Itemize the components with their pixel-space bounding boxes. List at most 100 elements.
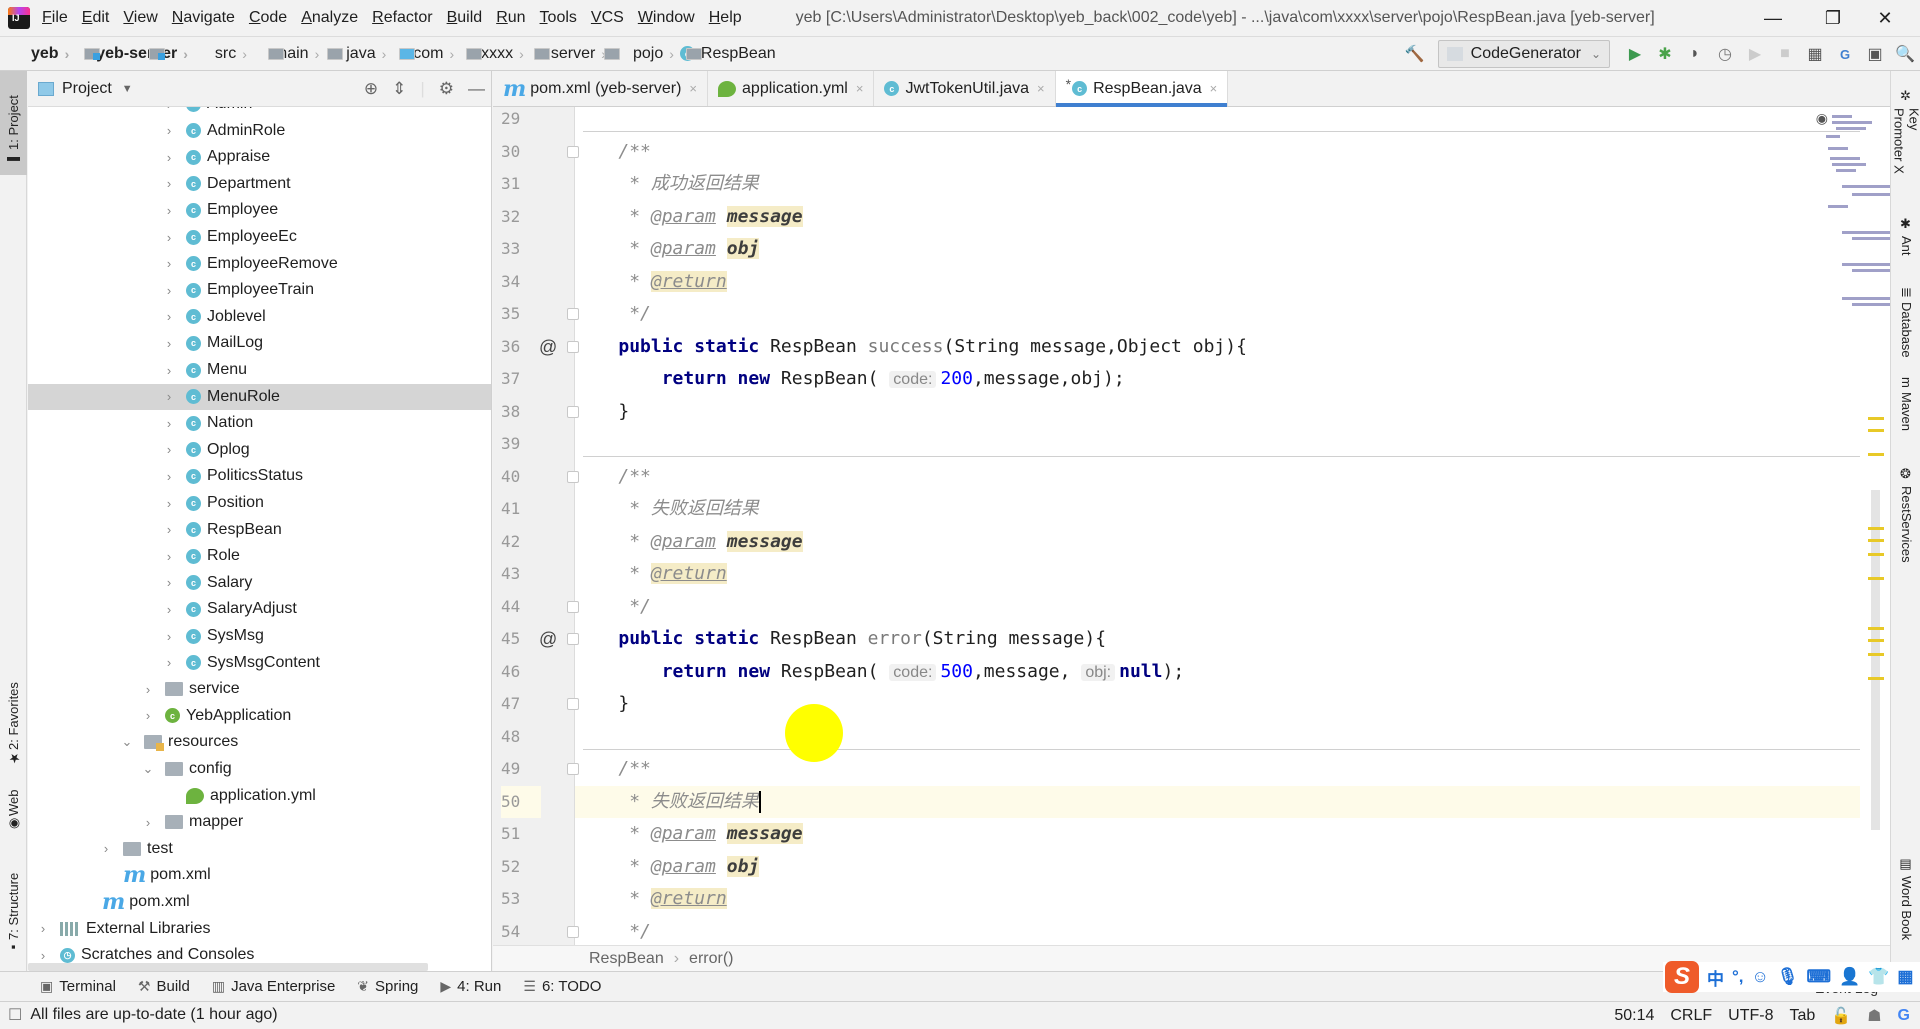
code-line[interactable]: * @param message <box>575 526 1860 558</box>
expand-arrow-icon[interactable]: › <box>162 336 176 351</box>
tool-tab-web[interactable]: ◉ Web <box>0 781 27 837</box>
menu-edit[interactable]: Edit <box>82 9 110 27</box>
code-line[interactable]: } <box>575 396 1860 428</box>
tool-tab-restservices[interactable]: ❂RestServices <box>1893 461 1920 571</box>
tree-item[interactable]: ›cEmployeeTrain <box>28 277 491 303</box>
close-tab-icon[interactable]: × <box>856 81 864 96</box>
tree-item[interactable]: ›cDepartment <box>28 171 491 197</box>
editor-tab[interactable]: cJwtTokenUtil.java× <box>874 71 1055 106</box>
menu-analyze[interactable]: Analyze <box>301 9 358 27</box>
warning-marker[interactable] <box>1868 417 1884 420</box>
expand-arrow-icon[interactable]: › <box>36 948 50 963</box>
warning-marker[interactable] <box>1868 553 1884 556</box>
tool-tab-word-book[interactable]: ▤Word Book <box>1893 851 1920 951</box>
code-line[interactable]: * @return <box>575 558 1860 590</box>
warning-marker[interactable] <box>1868 653 1884 656</box>
crumb-method[interactable]: error() <box>689 950 733 968</box>
ime-punct[interactable]: °, <box>1732 967 1744 987</box>
coverage-icon[interactable]: ◗ <box>1680 39 1710 69</box>
menu-refactor[interactable]: Refactor <box>372 9 432 27</box>
skin-icon[interactable]: 👕 <box>1868 967 1889 987</box>
tree-item[interactable]: ›cMenuRole <box>28 384 491 410</box>
expand-arrow-icon[interactable]: › <box>162 123 176 138</box>
warning-marker[interactable] <box>1868 453 1884 456</box>
tool-window-build[interactable]: ⚒Build <box>138 978 190 995</box>
collapse-all-icon[interactable]: ⇕ <box>392 79 406 99</box>
code-line[interactable]: /** <box>575 461 1860 493</box>
tree-item[interactable]: ›cAppraise <box>28 144 491 170</box>
code-line[interactable]: */ <box>575 591 1860 623</box>
run-icon[interactable]: ▶ <box>1620 39 1650 69</box>
inspector-icon[interactable]: ☗ <box>1867 1006 1881 1026</box>
override-marker-icon[interactable]: @ <box>539 623 557 655</box>
error-stripe[interactable] <box>1860 107 1890 945</box>
breadcrumb-item[interactable]: main› <box>253 45 319 63</box>
locate-icon[interactable]: ⊕ <box>364 79 378 99</box>
tree-item[interactable]: ›cYebApplication <box>28 703 491 729</box>
translate-icon[interactable]: G <box>1830 39 1860 69</box>
expand-arrow-icon[interactable]: › <box>141 682 155 697</box>
tree-item[interactable]: ›cSysMsgContent <box>28 650 491 676</box>
editor-tab[interactable]: application.yml× <box>708 71 874 106</box>
tree-item[interactable]: ›cRespBean <box>28 517 491 543</box>
expand-arrow-icon[interactable]: › <box>162 309 176 324</box>
editor-tab[interactable]: mpom.xml (yeb-server)× <box>493 71 708 106</box>
tree-item[interactable]: ›cAdmin <box>28 107 491 117</box>
expand-arrow-icon[interactable]: › <box>141 815 155 830</box>
maximize-button[interactable]: ❐ <box>1810 0 1856 36</box>
expand-arrow-icon[interactable]: › <box>162 549 176 564</box>
expand-arrow-icon[interactable]: › <box>162 629 176 644</box>
tree-item[interactable]: ›cMenu <box>28 357 491 383</box>
code-line[interactable]: public static RespBean error(String mess… <box>575 623 1860 655</box>
menu-file[interactable]: File <box>42 9 68 27</box>
google-icon[interactable]: G <box>1898 1007 1910 1025</box>
tree-item[interactable]: ›service <box>28 676 491 702</box>
expand-arrow-icon[interactable]: › <box>162 575 176 590</box>
tree-item[interactable]: ›cEmployeeRemove <box>28 251 491 277</box>
warning-marker[interactable] <box>1868 539 1884 542</box>
tree-item[interactable]: ›cPosition <box>28 490 491 516</box>
expand-arrow-icon[interactable]: ⌄ <box>141 761 155 777</box>
warning-marker[interactable] <box>1868 527 1884 530</box>
tree-item[interactable]: ›External Libraries <box>28 916 491 942</box>
tool-tab-maven[interactable]: mMaven <box>1893 371 1920 441</box>
expand-arrow-icon[interactable]: › <box>162 389 176 404</box>
warning-marker[interactable] <box>1868 429 1884 432</box>
tree-item[interactable]: ›cAdminRole <box>28 118 491 144</box>
code-line[interactable]: public static RespBean success(String me… <box>575 331 1860 363</box>
debug-icon[interactable]: ✱ <box>1650 39 1680 69</box>
menu-build[interactable]: Build <box>447 9 483 27</box>
expand-arrow-icon[interactable]: › <box>162 283 176 298</box>
run-config-dropdown[interactable]: CodeGenerator ⌄ <box>1438 40 1610 68</box>
code-line[interactable]: * 失败返回结果 <box>575 493 1860 525</box>
code-line[interactable]: return new RespBean( code:200,message,ob… <box>575 363 1860 395</box>
tool-window-spring[interactable]: ❦Spring <box>357 978 418 995</box>
tool-tab-structure[interactable]: ▪ 7: Structure <box>0 861 27 961</box>
minimize-button[interactable]: — <box>1750 0 1796 36</box>
tree-item[interactable]: ›test <box>28 836 491 862</box>
tree-item[interactable]: ›cSalary <box>28 570 491 596</box>
crumb-class[interactable]: RespBean <box>589 950 664 968</box>
tool-tab-database[interactable]: ≣Database <box>1893 281 1920 366</box>
tree-item[interactable]: ⌄resources <box>28 729 491 755</box>
project-structure-icon[interactable]: ▦ <box>1800 39 1830 69</box>
dropdown-arrow-icon[interactable]: ▼ <box>122 83 133 95</box>
tree-item[interactable]: ›cRole <box>28 543 491 569</box>
expand-arrow-icon[interactable]: › <box>162 469 176 484</box>
expand-arrow-icon[interactable]: › <box>162 230 176 245</box>
warning-marker[interactable] <box>1868 627 1884 630</box>
code-line[interactable]: */ <box>575 916 1860 948</box>
tool-window-terminal[interactable]: ▣Terminal <box>40 978 116 995</box>
code-line[interactable]: * @param message <box>575 818 1860 850</box>
menu-view[interactable]: View <box>123 9 157 27</box>
menu-help[interactable]: Help <box>709 9 742 27</box>
lock-icon[interactable]: 🔓 <box>1831 1006 1851 1026</box>
hammer-icon[interactable]: 🔨 <box>1400 39 1430 69</box>
close-tab-icon[interactable]: × <box>689 81 697 96</box>
code-line[interactable]: * @param message <box>575 201 1860 233</box>
code-line[interactable]: * @return <box>575 883 1860 915</box>
status-toggle-icon[interactable]: ☐ <box>8 1005 22 1025</box>
breadcrumb-item[interactable]: pojo› <box>612 45 674 63</box>
expand-arrow-icon[interactable]: › <box>162 363 176 378</box>
emoji-icon[interactable]: ☺ <box>1752 967 1769 987</box>
